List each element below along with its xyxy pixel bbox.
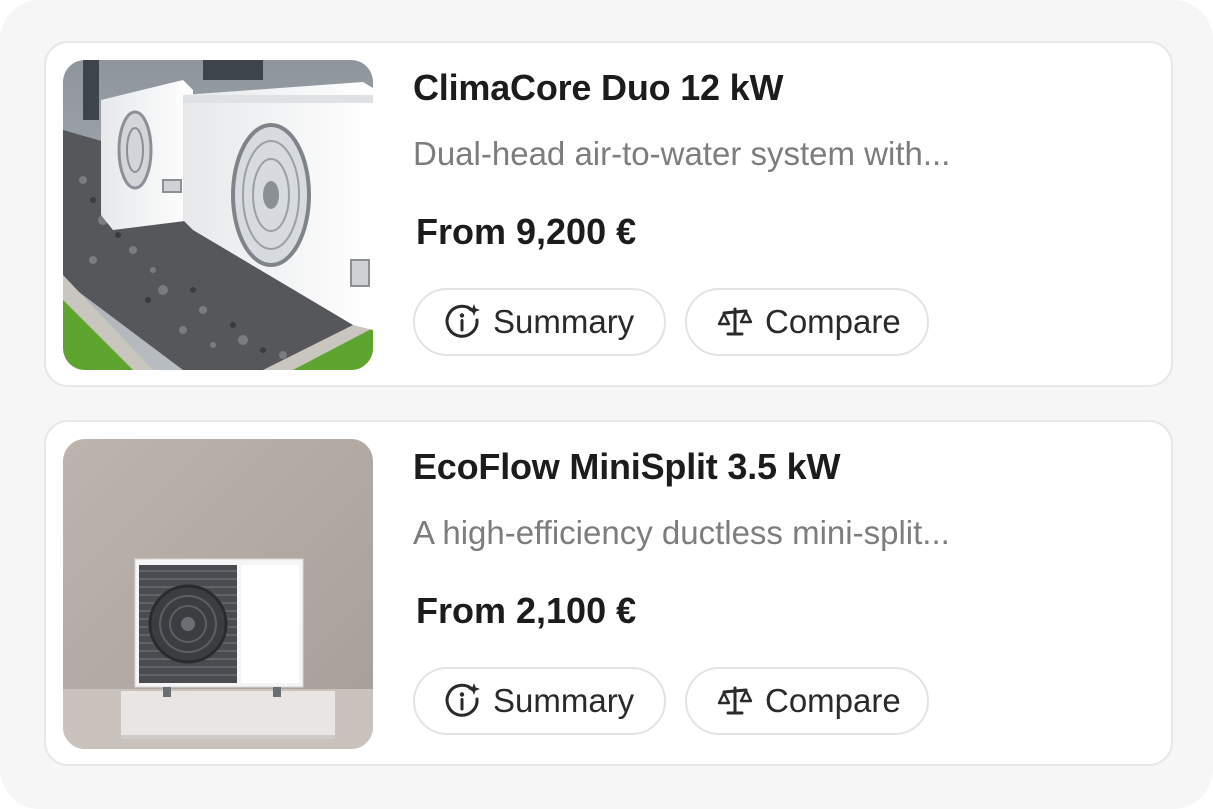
compare-button[interactable]: Compare: [685, 667, 929, 735]
product-card[interactable]: EcoFlow MiniSplit 3.5 kW A high-efficien…: [44, 420, 1173, 766]
compare-label: Compare: [765, 303, 901, 340]
info-sparkle-icon: [443, 681, 483, 721]
product-description: Dual-head air-to-water system with...: [413, 135, 951, 172]
mini-split-unit-photo: [63, 439, 373, 749]
outdoor-heat-pump-units-photo: [63, 60, 373, 370]
compare-label: Compare: [765, 682, 901, 719]
product-image: [63, 60, 373, 370]
compare-button[interactable]: Compare: [685, 288, 929, 356]
summary-label: Summary: [493, 682, 635, 719]
product-price: From 9,200 €: [416, 211, 637, 252]
product-card[interactable]: ClimaCore Duo 12 kW Dual-head air-to-wat…: [44, 41, 1173, 387]
scale-icon: [715, 302, 755, 342]
product-image: [63, 439, 373, 749]
summary-button[interactable]: Summary: [413, 667, 666, 735]
product-description: A high-efficiency ductless mini-split...: [413, 514, 950, 551]
summary-button[interactable]: Summary: [413, 288, 666, 356]
scale-icon: [715, 681, 755, 721]
product-list-panel: ClimaCore Duo 12 kW Dual-head air-to-wat…: [0, 0, 1213, 809]
product-title[interactable]: EcoFlow MiniSplit 3.5 kW: [413, 446, 840, 488]
info-sparkle-icon: [443, 302, 483, 342]
product-title[interactable]: ClimaCore Duo 12 kW: [413, 67, 783, 109]
product-price: From 2,100 €: [416, 590, 637, 631]
summary-label: Summary: [493, 303, 635, 340]
